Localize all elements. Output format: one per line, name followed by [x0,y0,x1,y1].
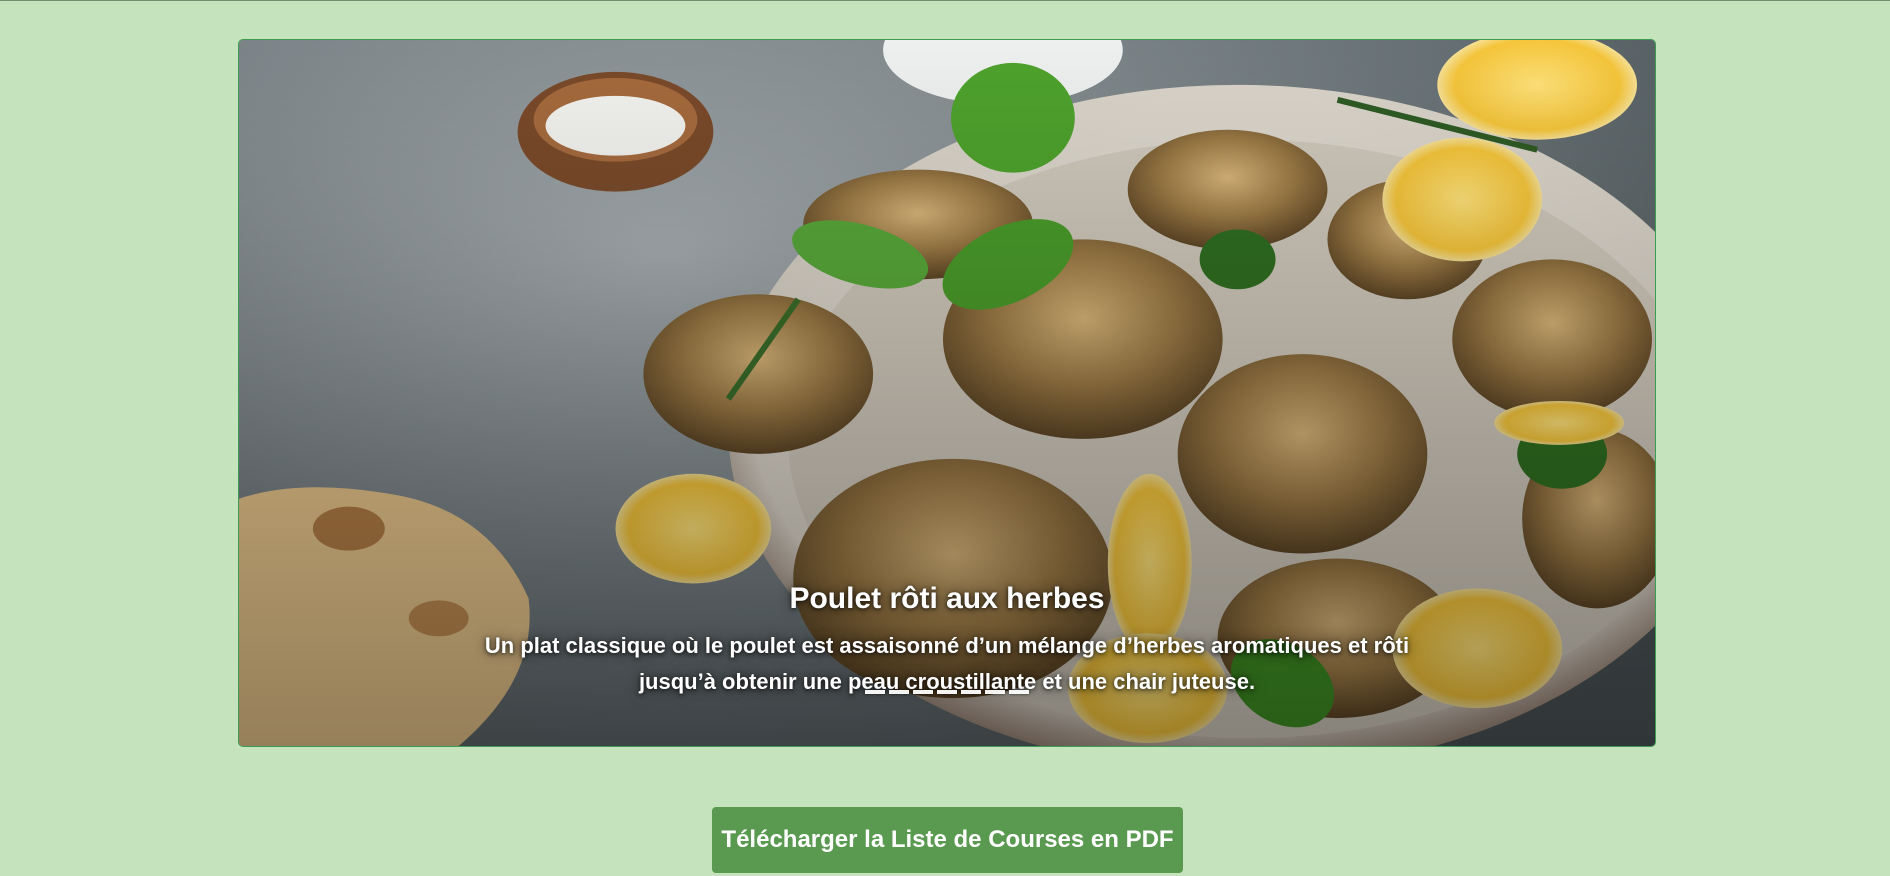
carousel-indicator[interactable] [937,690,957,694]
recipe-carousel[interactable]: Poulet rôti aux herbes Un plat classique… [238,39,1656,747]
carousel-indicator[interactable] [985,690,1005,694]
slide-title: Poulet rôti aux herbes [789,582,1105,615]
carousel-indicator[interactable] [865,690,885,694]
download-shopping-list-button[interactable]: Télécharger la Liste de Courses en PDF [712,807,1183,873]
carousel-indicator[interactable] [1009,690,1029,694]
carousel-indicator[interactable] [913,690,933,694]
carousel-indicators [865,690,1029,694]
carousel-indicator[interactable] [889,690,909,694]
carousel-indicator[interactable] [961,690,981,694]
slide-caption: Poulet rôti aux herbes Un plat classique… [239,582,1655,700]
